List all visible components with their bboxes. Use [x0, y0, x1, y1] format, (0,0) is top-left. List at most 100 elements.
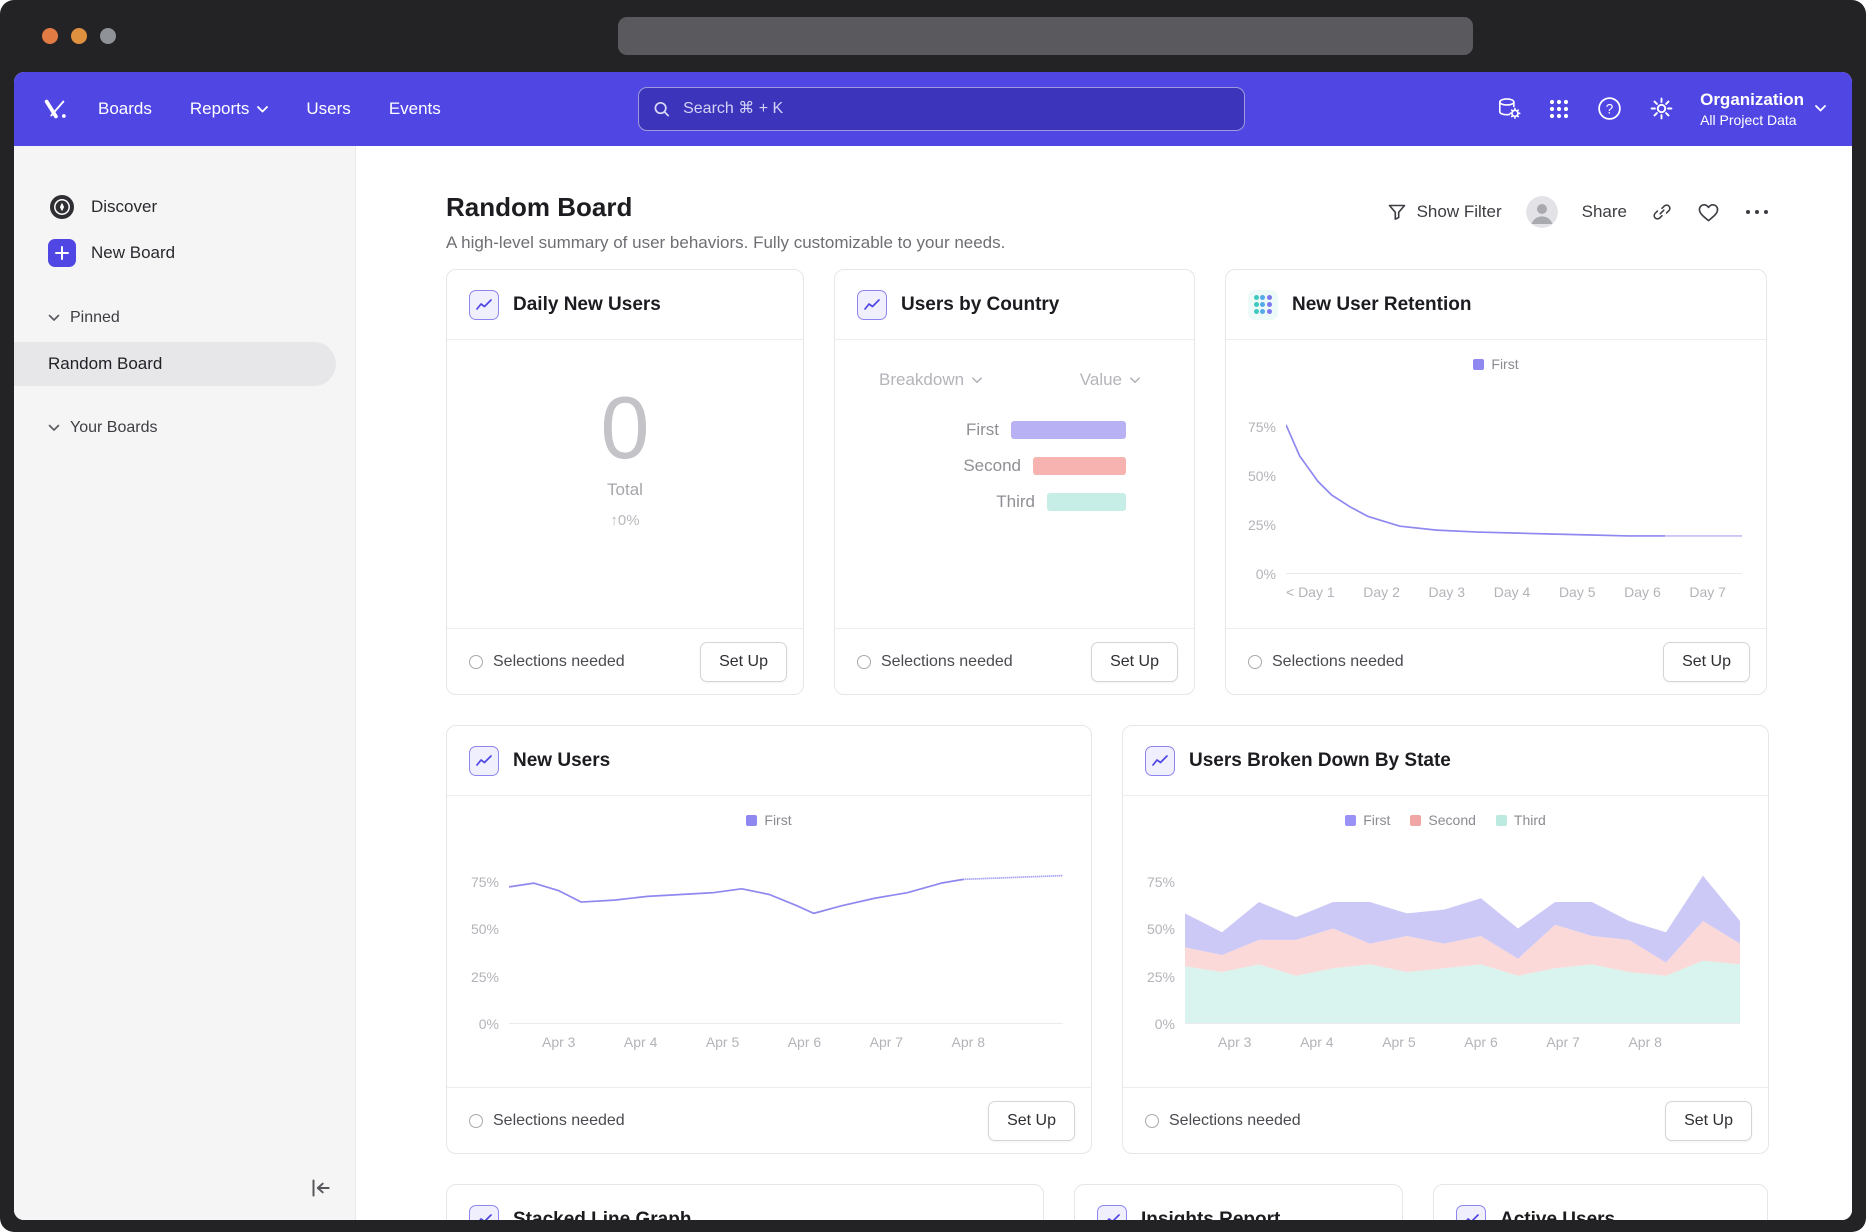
settings-gear-icon[interactable]	[1648, 95, 1675, 122]
metric-delta: ↑0%	[610, 512, 639, 529]
line-chart-icon	[1097, 1205, 1127, 1221]
board-actions: Show Filter Share	[1387, 196, 1770, 228]
set-up-button[interactable]: Set Up	[700, 642, 787, 682]
chart-legend: FirstSecondThird	[1123, 796, 1768, 828]
card-active-users: Active Users	[1433, 1184, 1768, 1220]
sidebar-item-discover[interactable]: Discover	[14, 184, 355, 230]
status-circle-icon	[469, 655, 483, 669]
apps-grid-icon[interactable]	[1547, 97, 1571, 121]
card-new-user-retention: New User Retention First 75%50%25%0% < D…	[1225, 269, 1767, 695]
share-button[interactable]: Share	[1582, 202, 1627, 222]
set-up-button[interactable]: Set Up	[1663, 642, 1750, 682]
search-input[interactable]	[681, 99, 1230, 119]
org-name: Organization	[1700, 90, 1804, 110]
nav-users[interactable]: Users	[306, 99, 350, 119]
card-title: New Users	[513, 750, 610, 772]
card-title: Insights Report	[1141, 1209, 1280, 1221]
nav-events[interactable]: Events	[389, 99, 441, 119]
plus-icon	[48, 239, 76, 267]
sidebar-item-new-board[interactable]: New Board	[14, 230, 355, 276]
sidebar-section-pinned[interactable]: Pinned	[14, 300, 355, 336]
zoom-window-button[interactable]	[100, 28, 116, 44]
nav-reports[interactable]: Reports	[190, 99, 269, 119]
data-management-icon[interactable]	[1496, 96, 1522, 122]
set-up-button[interactable]: Set Up	[1091, 642, 1178, 682]
card-insights-report: Insights Report	[1074, 1184, 1403, 1220]
selections-needed-status: Selections needed	[1248, 653, 1404, 671]
metric-value: 0	[601, 384, 650, 472]
svg-text:?: ?	[1606, 102, 1614, 117]
card-users-by-state: Users Broken Down By State FirstSecondTh…	[1122, 725, 1769, 1154]
line-chart-icon	[1456, 1205, 1486, 1221]
selections-needed-status: Selections needed	[469, 653, 625, 671]
status-circle-icon	[1145, 1114, 1159, 1128]
chevron-down-icon	[972, 377, 982, 384]
window-frame: Boards Reports Users Events	[0, 0, 1866, 1232]
card-new-users: New Users First 75%50%25%0% Apr 3Apr 4Ap…	[446, 725, 1092, 1154]
card-title: Stacked Line Graph	[513, 1209, 691, 1221]
heart-icon	[1697, 202, 1720, 223]
minimize-window-button[interactable]	[71, 28, 87, 44]
page-subtitle: A high-level summary of user behaviors. …	[446, 233, 1005, 253]
window-titlebar	[14, 0, 1852, 72]
chart-legend: First	[447, 796, 1091, 828]
retention-line-chart	[1286, 378, 1742, 574]
line-chart-icon	[1145, 746, 1175, 776]
sidebar: Discover New Board Pinned Random Board	[14, 146, 356, 1220]
filter-funnel-icon	[1387, 202, 1407, 222]
chevron-down-icon	[1130, 377, 1140, 384]
nav-boards[interactable]: Boards	[98, 99, 152, 119]
primary-nav: Boards Reports Users Events	[98, 99, 441, 119]
country-bar-chart: FirstSecondThird	[835, 420, 1194, 512]
card-title: Users by Country	[901, 294, 1059, 316]
new-users-line-chart	[509, 834, 1063, 1024]
retention-grid-icon	[1248, 290, 1278, 320]
copy-link-button[interactable]	[1651, 201, 1673, 223]
x-axis-labels: Apr 3Apr 4Apr 5Apr 6Apr 7Apr 8	[542, 1034, 985, 1050]
favorite-button[interactable]	[1697, 202, 1720, 223]
avatar[interactable]	[1526, 196, 1558, 228]
chart-legend: First	[1226, 340, 1766, 372]
traffic-lights	[42, 28, 116, 44]
search-icon	[653, 100, 670, 118]
org-selector[interactable]: Organization All Project Data	[1700, 90, 1826, 128]
collapse-left-icon	[307, 1177, 333, 1199]
set-up-button[interactable]: Set Up	[988, 1101, 1075, 1141]
card-users-by-country: Users by Country Breakdown Value	[834, 269, 1195, 695]
card-title: Daily New Users	[513, 294, 661, 316]
selections-needed-status: Selections needed	[469, 1112, 625, 1130]
line-chart-icon	[857, 290, 887, 320]
chevron-down-icon	[48, 424, 60, 432]
sidebar-item-random-board[interactable]: Random Board	[14, 342, 336, 386]
chevron-down-icon	[48, 314, 60, 322]
x-axis-labels: < Day 1Day 2Day 3Day 4Day 5Day 6Day 7	[1286, 584, 1726, 600]
breakdown-dropdown[interactable]: Breakdown	[879, 370, 982, 390]
y-axis-labels: 75%50%25%0%	[1139, 834, 1185, 1024]
global-search[interactable]	[638, 87, 1245, 131]
status-circle-icon	[469, 1114, 483, 1128]
status-circle-icon	[1248, 655, 1262, 669]
card-title: Active Users	[1500, 1209, 1615, 1221]
help-icon[interactable]: ?	[1596, 95, 1623, 122]
value-dropdown[interactable]: Value	[1080, 370, 1140, 390]
metric-label: Total	[607, 480, 643, 500]
line-chart-icon	[469, 290, 499, 320]
card-daily-new-users: Daily New Users 0 Total ↑0%	[446, 269, 804, 695]
url-bar[interactable]	[618, 17, 1473, 55]
status-circle-icon	[857, 655, 871, 669]
page-title: Random Board	[446, 192, 1005, 223]
mixpanel-logo[interactable]	[40, 94, 70, 124]
ellipsis-icon	[1744, 208, 1770, 216]
more-options-button[interactable]	[1744, 208, 1770, 216]
collapse-sidebar-button[interactable]	[307, 1177, 333, 1204]
selections-needed-status: Selections needed	[1145, 1112, 1301, 1130]
show-filter-button[interactable]: Show Filter	[1387, 202, 1502, 222]
card-stacked-line-graph: Stacked Line Graph	[446, 1184, 1044, 1220]
close-window-button[interactable]	[42, 28, 58, 44]
app-window: Boards Reports Users Events	[14, 72, 1852, 1220]
set-up-button[interactable]: Set Up	[1665, 1101, 1752, 1141]
card-title: New User Retention	[1292, 294, 1471, 316]
y-axis-labels: 75%50%25%0%	[463, 834, 509, 1024]
sidebar-section-your-boards[interactable]: Your Boards	[14, 410, 355, 446]
y-axis-labels: 75%50%25%0%	[1240, 378, 1286, 574]
